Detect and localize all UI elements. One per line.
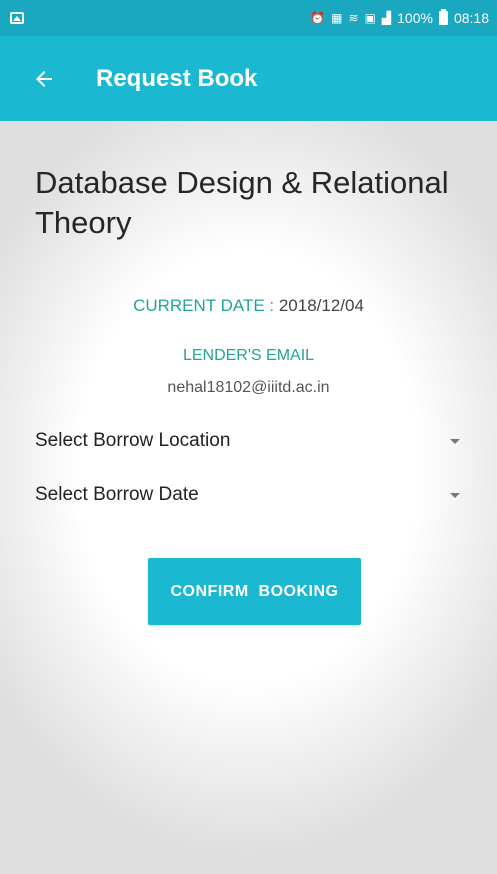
gallery-icon — [10, 12, 24, 24]
alarm-icon: ⏰ — [310, 11, 326, 25]
dropdown-caret-icon — [450, 492, 460, 498]
borrow-location-select[interactable]: Select Borrow Location — [35, 421, 460, 461]
current-date-value: 2018/12/04 — [278, 296, 364, 315]
wifi-icon: ≋ — [348, 11, 359, 25]
volte-icon: ▦ — [331, 11, 343, 25]
borrow-date-label: Select Borrow Date — [35, 484, 199, 505]
battery-percent: 100% — [397, 10, 433, 26]
lender-email-label: LENDER'S EMAIL — [182, 347, 315, 364]
confirm-booking-button[interactable]: CONFIRM BOOKING — [148, 558, 361, 625]
battery-icon — [438, 9, 448, 25]
dropdown-caret-icon — [450, 438, 460, 444]
data-icon: ▣ — [364, 11, 376, 25]
request-form: Database Design & Relational Theory CURR… — [0, 121, 497, 874]
page-title: Request Book — [96, 64, 258, 92]
current-date-row: CURRENT DATE : 2018/12/04 — [0, 296, 497, 316]
borrow-location-label: Select Borrow Location — [35, 430, 231, 451]
signal-icon: ▟ — [381, 11, 392, 25]
current-date-label: CURRENT DATE — [133, 296, 265, 315]
status-bar: ⏰ ▦ ≋ ▣ ▟ 100% 08:18 — [0, 0, 497, 36]
book-title: Database Design & Relational Theory — [35, 165, 449, 240]
lender-email-value: nehal18102@iiitd.ac.in — [167, 379, 330, 396]
current-date-separator: : — [264, 296, 279, 315]
status-time: 08:18 — [453, 10, 489, 26]
app-bar: Request Book — [0, 36, 497, 121]
back-button[interactable] — [32, 67, 56, 91]
status-icons: ⏰ ▦ ≋ ▣ ▟ 100% 08:18 — [310, 9, 489, 26]
arrow-left-icon — [36, 70, 52, 87]
borrow-date-select[interactable]: Select Borrow Date — [35, 475, 460, 515]
